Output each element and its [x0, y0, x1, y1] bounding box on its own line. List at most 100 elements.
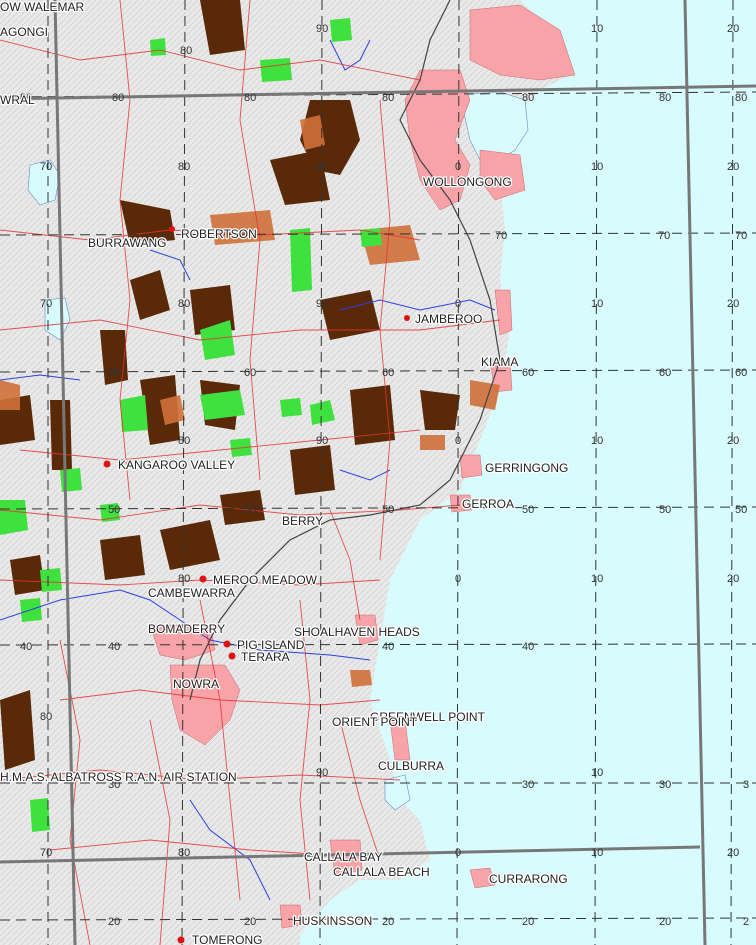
grid-label: 40 — [20, 641, 32, 653]
grid-label: 10 — [591, 435, 603, 447]
grid-label: 60 — [382, 367, 394, 379]
town-marker — [103, 460, 111, 468]
place-label-currarong: CURRARONG — [489, 872, 568, 886]
grid-label: 50 — [108, 504, 120, 516]
grid-label: 2 — [743, 916, 749, 928]
place-label-gerroa: GERROA — [462, 497, 514, 511]
grid-label: 70 — [735, 230, 747, 242]
grid-label: 90 — [316, 435, 328, 447]
grid-label: 80 — [382, 92, 394, 104]
grid-label: 20 — [244, 916, 256, 928]
grid-label: 20 — [727, 847, 739, 859]
grid-label: 20 — [522, 916, 534, 928]
grid-label: 60 — [244, 367, 256, 379]
grid-label: 80 — [180, 45, 192, 57]
place-label-huskinsson: HUSKINSSON — [293, 914, 372, 928]
grid-label: 20 — [727, 435, 739, 447]
place-label-kangaroo-valley: KANGAROO VALLEY — [118, 458, 235, 472]
grid-label: 60 — [735, 367, 747, 379]
grid-label: 50 — [735, 504, 747, 516]
town-marker — [228, 652, 236, 660]
grid-label: 10 — [591, 298, 603, 310]
place-label-shoalhaven-heads: SHOALHAVEN HEADS — [294, 625, 420, 639]
place-label-albatross: H.M.A.S. ALBATROSS R.A.N. AIR STATION — [0, 770, 237, 784]
grid-label: 40 — [522, 641, 534, 653]
place-label-orient-point: ORIENT POINT — [332, 715, 418, 729]
grid-label: 30 — [522, 779, 534, 791]
grid-label: 50 — [244, 504, 256, 516]
place-label-gerringong: GERRINGONG — [485, 461, 568, 475]
grid-label: 60 — [522, 367, 534, 379]
grid-label: 0 — [455, 435, 461, 447]
grid-label: 80 — [244, 92, 256, 104]
grid-label: 0 — [455, 573, 461, 585]
grid-label: 70 — [40, 161, 52, 173]
place-label-wral: WRAL — [0, 93, 35, 107]
grid-label: 0 — [455, 847, 461, 859]
place-label-callala-bay: CALLALA BAY — [304, 850, 383, 864]
topographic-map[interactable]: 80 80 80 80 80 80 80 80 90 10 20 70 80 9… — [0, 0, 756, 945]
place-label-berry: BERRY — [282, 514, 323, 528]
grid-label: 90 — [316, 767, 328, 779]
grid-label: 20 — [727, 573, 739, 585]
grid-label: 70 — [495, 230, 507, 242]
grid-label: 30 — [659, 779, 671, 791]
place-label-robertson: ROBERTSON — [181, 227, 257, 241]
place-label-wollongong: WOLLONGONG — [423, 175, 512, 189]
grid-label: 80 — [659, 92, 671, 104]
grid-label: 10 — [591, 161, 603, 173]
grid-label: 3 — [743, 779, 749, 791]
place-label-kiama: KIAMA — [481, 355, 518, 369]
grid-label: 80 — [178, 435, 190, 447]
place-label-jamberoo: JAMBEROO — [415, 312, 482, 326]
map-canvas: 80 80 80 80 80 80 80 80 90 10 20 70 80 9… — [0, 0, 756, 945]
place-label-tomerong: TOMERONG — [192, 933, 262, 945]
grid-label: 20 — [727, 298, 739, 310]
place-label-gongi: AGONGI — [0, 25, 48, 39]
grid-label: 20 — [659, 916, 671, 928]
grid-label: 20 — [108, 916, 120, 928]
place-label-meroo-meadow: MEROO MEADOW — [213, 573, 318, 587]
grid-label: 90 — [316, 23, 328, 35]
grid-label: 20 — [727, 161, 739, 173]
place-label-cambewarra: CAMBEWARRA — [148, 586, 235, 600]
grid-label: 20 — [727, 23, 739, 35]
grid-label: 90 — [316, 298, 328, 310]
grid-label: 70 — [40, 298, 52, 310]
grid-label: 60 — [108, 367, 120, 379]
grid-label: 80 — [112, 92, 124, 104]
grid-label: 0 — [455, 161, 461, 173]
grid-label: 70 — [40, 847, 52, 859]
grid-label: 80 — [178, 298, 190, 310]
grid-label: 0 — [455, 298, 461, 310]
grid-label: 40 — [382, 641, 394, 653]
grid-label: 10 — [591, 573, 603, 585]
grid-label: 80 — [178, 161, 190, 173]
town-marker — [404, 315, 410, 321]
grid-label: 50 — [382, 504, 394, 516]
grid-label: 80 — [735, 92, 747, 104]
town-marker — [177, 936, 185, 944]
place-label-nowra: NOWRA — [173, 677, 219, 691]
grid-label: 10 — [591, 847, 603, 859]
grid-label: 80 — [40, 711, 52, 723]
grid-label: 80 — [178, 573, 190, 585]
grid-label: 80 — [178, 847, 190, 859]
town-marker — [199, 575, 207, 583]
place-label-callala-beach: CALLALA BEACH — [333, 865, 430, 879]
grid-label: 20 — [382, 916, 394, 928]
grid-label: 10 — [591, 767, 603, 779]
town-marker — [223, 640, 231, 648]
place-label-terara: TERARA — [241, 650, 290, 664]
place-label-burrawang: BURRAWANG — [88, 236, 166, 250]
town-marker — [169, 226, 175, 232]
grid-label: 60 — [659, 367, 671, 379]
grid-label: 50 — [659, 504, 671, 516]
place-label-bomaderry: BOMADERRY — [148, 622, 225, 636]
grid-label: 10 — [591, 23, 603, 35]
grid-label: 80 — [522, 92, 534, 104]
grid-label: 50 — [522, 504, 534, 516]
place-label-walemar: OW WALEMAR — [0, 0, 85, 14]
place-label-culburra: CULBURRA — [378, 759, 444, 773]
grid-label: 90 — [316, 161, 328, 173]
